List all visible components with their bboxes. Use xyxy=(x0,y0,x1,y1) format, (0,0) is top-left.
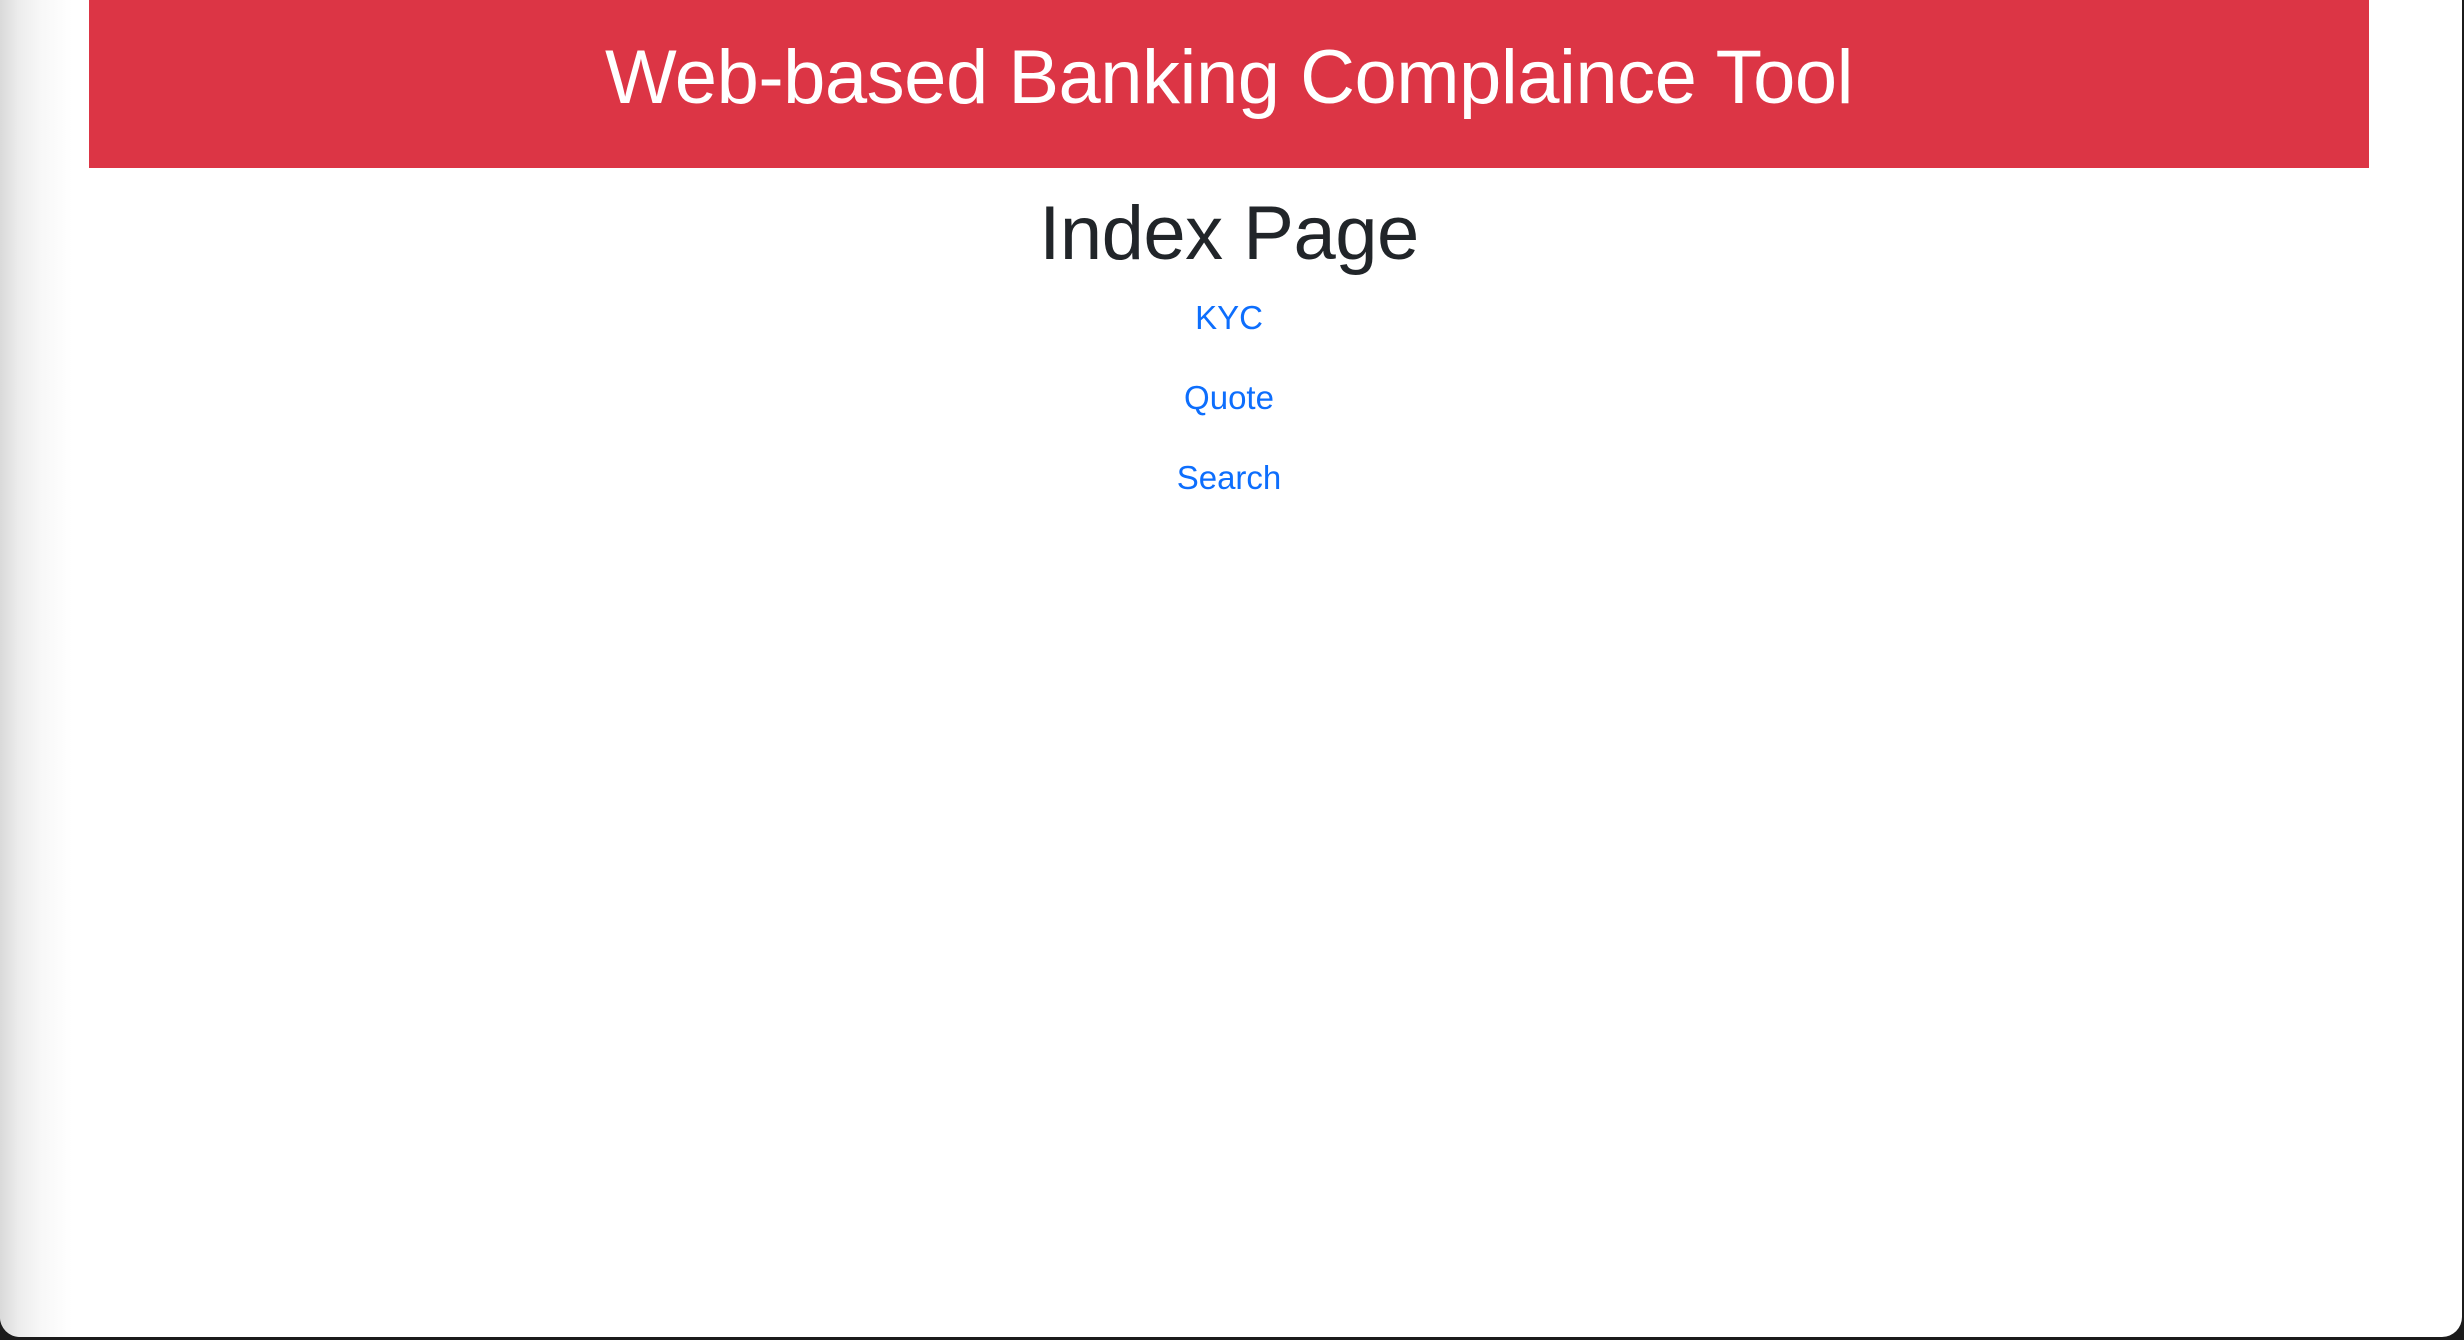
page-title: Index Page xyxy=(1039,191,1419,276)
search-link[interactable]: Search xyxy=(1177,458,1282,498)
page-container: Web-based Banking Complaince Tool Index … xyxy=(89,0,2369,1337)
quote-link[interactable]: Quote xyxy=(1184,378,1274,418)
browser-viewport: Web-based Banking Complaince Tool Index … xyxy=(0,0,2462,1337)
left-edge-shadow xyxy=(0,0,72,1337)
index-links: KYC Quote Search xyxy=(89,298,2369,538)
header-banner: Web-based Banking Complaince Tool xyxy=(89,0,2369,168)
kyc-link[interactable]: KYC xyxy=(1195,298,1263,338)
app-title: Web-based Banking Complaince Tool xyxy=(604,35,1854,120)
